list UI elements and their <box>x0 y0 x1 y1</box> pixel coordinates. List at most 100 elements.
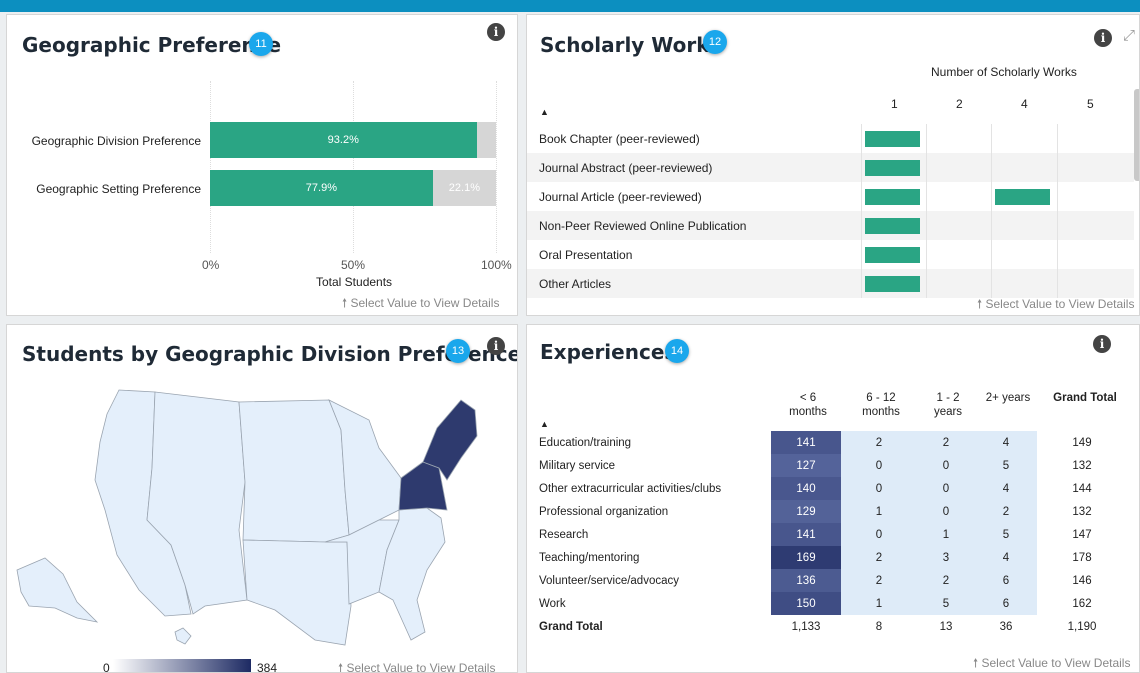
table-cell: 2 <box>841 431 917 454</box>
panel-title: Geographic Preference <box>22 33 282 57</box>
select-value-hint[interactable]: 🠕 Select Value to View Details <box>977 295 1134 315</box>
grid-cell <box>991 153 1056 182</box>
scrollbar[interactable] <box>1134 89 1139 181</box>
count-bar[interactable] <box>865 247 920 263</box>
table-cell: 4 <box>975 546 1037 569</box>
row-label: Non-Peer Reviewed Online Publication <box>539 219 747 233</box>
table-row[interactable]: Military service 127 0 0 5 132 <box>527 454 1127 477</box>
grid-cell <box>926 153 991 182</box>
x-tick-label: 0% <box>202 258 220 272</box>
table-row[interactable]: Volunteer/service/advocacy 136 2 2 6 146 <box>527 569 1127 592</box>
grid-cell <box>926 240 991 269</box>
row-label: Oral Presentation <box>539 248 633 262</box>
table-row[interactable]: Teaching/mentoring 169 2 3 4 178 <box>527 546 1127 569</box>
grid-cell <box>1057 211 1122 240</box>
count-bar[interactable] <box>865 189 920 205</box>
color-legend-gradient <box>113 659 251 672</box>
grid-cell <box>991 211 1056 240</box>
geographic-preference-panel: Geographic Preference 11 i Geographic Di… <box>6 14 518 316</box>
table-cell: 13 <box>939 620 953 633</box>
table-row[interactable]: Work 150 1 5 6 162 <box>527 592 1127 615</box>
table-cell: 136 <box>771 569 841 592</box>
x-axis-label: Total Students <box>316 275 393 289</box>
grid-cell <box>1057 240 1122 269</box>
header-line: < 6 <box>799 392 817 404</box>
table-cell: 127 <box>771 454 841 477</box>
column-header[interactable]: Grand Total <box>1045 391 1125 405</box>
grand-total-row[interactable]: Grand Total 1,133 8 13 36 1,190 <box>527 615 1127 638</box>
column-group-header: Number of Scholarly Works <box>931 65 1077 79</box>
table-cell: 3 <box>917 546 975 569</box>
row-label: Grand Total <box>539 620 603 633</box>
select-value-hint[interactable]: 🠕 Select Value to View Details <box>973 654 1130 672</box>
panel-number-badge: 13 <box>446 339 470 363</box>
us-map[interactable] <box>7 370 517 655</box>
table-row[interactable]: Other extracurricular activities/clubs 14… <box>527 477 1127 500</box>
table-cell: 2 <box>975 500 1037 523</box>
info-icon[interactable]: i <box>487 23 505 41</box>
table-row[interactable]: Research 141 0 1 5 147 <box>527 523 1127 546</box>
info-icon[interactable]: i <box>1093 335 1111 353</box>
table-cell: 4 <box>975 431 1037 454</box>
table-row[interactable]: Journal Article (peer-reviewed) <box>527 182 1134 211</box>
count-bar[interactable] <box>995 189 1050 205</box>
panel-number-badge: 14 <box>665 339 689 363</box>
grid-cell <box>1057 269 1122 298</box>
count-bar[interactable] <box>865 276 920 292</box>
table-cell: 5 <box>975 454 1037 477</box>
bar-value-label: 93.2% <box>327 134 359 146</box>
header-line: years <box>933 406 963 418</box>
grid-cell <box>926 124 991 153</box>
row-label: Other Articles <box>539 277 612 291</box>
division-map-panel: Students by Geographic Division Preferen… <box>6 324 518 673</box>
panel-title: Scholarly Works <box>540 33 722 57</box>
count-bar[interactable] <box>865 218 920 234</box>
column-header[interactable]: 2+ years <box>968 391 1048 405</box>
table-row[interactable]: Journal Abstract (peer-reviewed) <box>527 153 1134 182</box>
table-row[interactable]: Professional organization 129 1 0 2 132 <box>527 500 1127 523</box>
table-cell: 149 <box>1037 431 1127 454</box>
row-label: Journal Abstract (peer-reviewed) <box>539 161 713 175</box>
header-line: months <box>789 406 827 418</box>
info-icon[interactable]: i <box>487 337 505 355</box>
table-cell: 6 <box>975 592 1037 615</box>
column-header[interactable]: 5 <box>1087 97 1094 111</box>
row-label: Research <box>539 528 589 541</box>
header-line: Grand Total <box>1053 392 1117 404</box>
grid-cell <box>991 240 1056 269</box>
bar-segment-remaining[interactable] <box>476 122 496 158</box>
table-row[interactable]: Education/training 141 2 2 4 149 <box>527 431 1127 454</box>
sort-ascending-icon[interactable]: ▲ <box>540 107 549 117</box>
table-cell: 1,133 <box>791 620 821 633</box>
table-row[interactable]: Non-Peer Reviewed Online Publication <box>527 211 1134 240</box>
count-bar[interactable] <box>865 160 920 176</box>
sort-ascending-icon[interactable]: ▲ <box>540 419 549 429</box>
count-bar[interactable] <box>865 131 920 147</box>
row-label: Teaching/mentoring <box>539 551 640 564</box>
column-header[interactable]: 1 <box>891 97 898 111</box>
region-west-south-central <box>242 539 352 646</box>
bar-category-label: Geographic Division Preference <box>31 134 201 148</box>
info-icon[interactable]: i <box>1094 29 1112 47</box>
column-header[interactable]: < 6 months <box>768 391 848 419</box>
table-cell: 169 <box>771 546 841 569</box>
table-cell: 5 <box>975 523 1037 546</box>
gridline <box>496 81 497 253</box>
scholarly-works-panel: Scholarly Works 1 2 i ⤢ Number of Scholar… <box>526 14 1140 316</box>
column-header[interactable]: 4 <box>1021 97 1028 111</box>
table-row[interactable]: Oral Presentation <box>527 240 1134 269</box>
row-label: Journal Article (peer-reviewed) <box>539 190 702 204</box>
table-cell: 1,190 <box>1067 620 1097 633</box>
select-value-hint[interactable]: 🠕 Select Value to View Details <box>338 659 495 672</box>
table-cell: 132 <box>1037 500 1127 523</box>
column-header[interactable]: 2 <box>956 97 963 111</box>
table-row[interactable]: Other Articles <box>527 269 1134 298</box>
expand-icon[interactable]: ⤢ <box>1123 27 1135 44</box>
select-value-hint[interactable]: 🠕 Select Value to View Details <box>342 294 499 315</box>
row-label: Volunteer/service/advocacy <box>539 574 679 587</box>
table-cell: 0 <box>917 454 975 477</box>
grid-cell <box>991 269 1056 298</box>
table-row[interactable]: Book Chapter (peer-reviewed) <box>527 124 1134 153</box>
grid-cell <box>926 211 991 240</box>
bar-value-label: 77.9% <box>305 182 337 194</box>
